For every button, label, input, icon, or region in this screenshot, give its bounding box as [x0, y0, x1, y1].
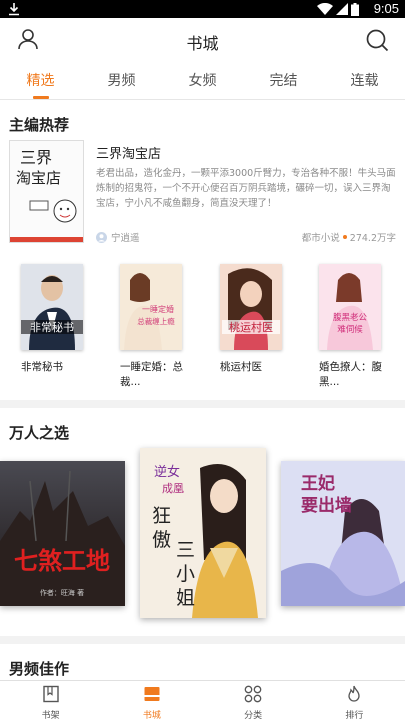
book-card[interactable]: 一睡定婚总裁缠上瘾 一睡定婚：总裁...	[120, 264, 186, 390]
svg-text:腹黑老公: 腹黑老公	[333, 312, 368, 323]
svg-text:桃运村医: 桃运村医	[229, 320, 273, 334]
section-title-male-picks: 男频佳作	[9, 660, 70, 678]
svg-text:小: 小	[176, 563, 195, 585]
book-card[interactable]: 非常秘书 非常秘书	[21, 264, 87, 375]
svg-text:傲: 傲	[152, 529, 171, 551]
book-title: 桃运村医	[220, 361, 262, 373]
tab-completed[interactable]: 完结	[243, 62, 324, 99]
book-cover: 一睡定婚 总裁缠上瘾	[120, 264, 182, 350]
tabbar-bookshelf[interactable]: 书架	[0, 681, 101, 722]
svg-text:成凰: 成凰	[162, 482, 184, 495]
book-card[interactable]: 桃运村医 桃运村医	[220, 264, 286, 375]
featured-book-description: 老君出品，造化金丹，一颗平添3000斤臂力，专治各种不服！牛头马面炼制的招鬼符，…	[96, 168, 396, 209]
tab-male[interactable]: 男频	[81, 62, 162, 99]
svg-text:姐: 姐	[176, 587, 195, 609]
book-cover: 桃运村医	[220, 264, 282, 350]
tabbar-label: 分类	[244, 711, 263, 721]
battery-icon	[351, 2, 359, 16]
svg-text:三: 三	[176, 539, 195, 561]
svg-text:逆女: 逆女	[154, 464, 180, 480]
svg-text:一睡定婚: 一睡定婚	[142, 304, 174, 314]
book-title: 婚色撩人：腹黑...	[319, 361, 382, 388]
category-icon	[244, 685, 262, 703]
download-icon	[9, 3, 19, 16]
book-cover: 非常秘书	[21, 264, 83, 350]
male-picks-section: 男频佳作	[0, 644, 405, 680]
bookstore-icon	[144, 687, 160, 701]
featured-book-meta: 都市小说 274.2万字	[302, 230, 396, 244]
featured-book-cover[interactable]: 三界 淘宝店	[9, 140, 84, 243]
book-cover: 腹黑老公 难伺候	[319, 264, 381, 350]
tabbar-label: 排行	[345, 711, 364, 721]
status-time: 9:05	[373, 1, 399, 16]
svg-text:难伺候: 难伺候	[337, 324, 363, 335]
book-category: 都市小说	[301, 233, 340, 244]
svg-text:非常秘书: 非常秘书	[30, 320, 74, 334]
svg-text:要出墙: 要出墙	[301, 495, 352, 516]
wifi-icon	[317, 3, 333, 15]
featured-book-title[interactable]: 三界淘宝店	[96, 143, 161, 162]
svg-text:七煞工地: 七煞工地	[14, 547, 110, 575]
status-bar: 9:05	[0, 0, 405, 18]
top-pick-book-cover[interactable]: 七煞工地 作者：旺海 著	[0, 461, 125, 606]
svg-text:三界: 三界	[20, 148, 52, 167]
svg-text:王妃: 王妃	[301, 473, 335, 494]
tab-featured[interactable]: 精选	[0, 62, 81, 99]
tab-female[interactable]: 女频	[162, 62, 243, 99]
top-pick-book-cover[interactable]: 逆女 成凰 狂 傲 三 小 姐	[140, 448, 266, 618]
author-name: 宁逍遥	[111, 233, 140, 244]
book-title: 一睡定婚：总裁...	[120, 361, 183, 388]
page-title: 书城	[186, 34, 219, 53]
svg-text:狂: 狂	[152, 505, 171, 527]
section-title-editor-picks: 主编热荐	[9, 116, 70, 134]
svg-text:淘宝店: 淘宝店	[16, 169, 61, 187]
cover-illustration: 三界 淘宝店	[10, 141, 83, 242]
top-pick-book-cover[interactable]: 王妃 要出墙	[281, 461, 405, 606]
tabbar-category[interactable]: 分类	[203, 681, 304, 722]
tabbar-label: 书城	[142, 711, 161, 721]
tab-serializing[interactable]: 连载	[324, 62, 405, 99]
featured-book-author: 宁逍遥	[96, 230, 140, 244]
tabbar-label: 书架	[41, 711, 60, 721]
ranking-flame-icon	[348, 685, 361, 702]
bookshelf-icon	[42, 685, 59, 703]
category-tabs: 精选 男频 女频 完结 连载	[0, 62, 405, 100]
book-card[interactable]: 腹黑老公 难伺候 婚色撩人：腹黑...	[319, 264, 385, 390]
svg-text:总裁缠上瘾: 总裁缠上瘾	[137, 316, 175, 326]
tabbar-bookstore[interactable]: 书城	[101, 681, 202, 722]
signal-icon	[336, 3, 348, 15]
author-avatar-icon	[96, 231, 107, 243]
tabbar-ranking[interactable]: 排行	[304, 681, 405, 722]
search-icon[interactable]	[365, 28, 389, 52]
section-title-top-picks: 万人之选	[9, 424, 70, 442]
meta-separator-dot	[342, 235, 347, 239]
bottom-tab-bar: 书架 书城 分类 排行	[0, 680, 405, 722]
svg-text:作者：旺海 著: 作者：旺海 著	[40, 588, 84, 597]
book-word-count: 274.2万字	[349, 233, 396, 244]
book-title: 非常秘书	[21, 361, 63, 373]
app-header: 书城	[0, 18, 405, 62]
